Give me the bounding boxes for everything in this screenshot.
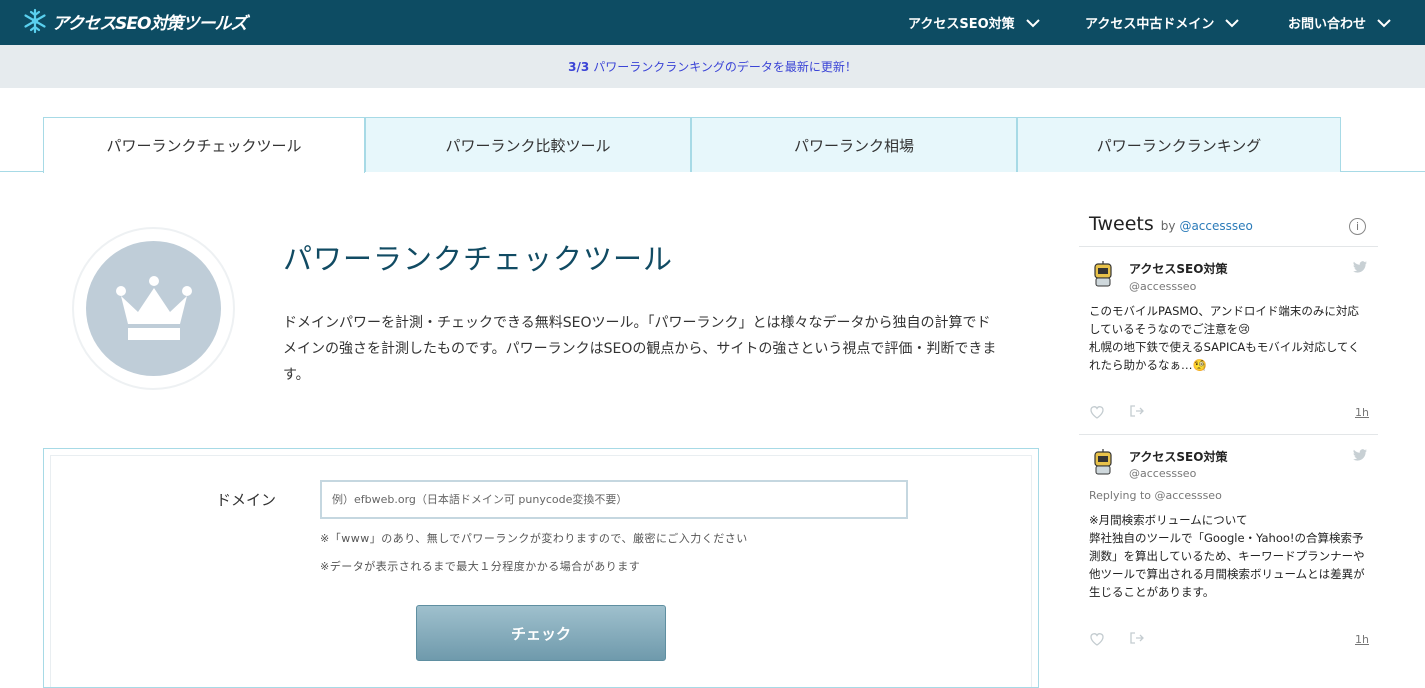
tab-power-rank-check[interactable]: パワーランクチェックツール xyxy=(43,117,365,173)
logo-text: アクセスSEO対策ツールズ xyxy=(52,13,247,34)
tweets-header: Tweets by @accessseo xyxy=(1089,213,1253,235)
page-title: パワーランクチェックツール xyxy=(283,242,674,276)
tweet-author-name[interactable]: アクセスSEO対策 xyxy=(1129,448,1227,465)
tweet-time[interactable]: 1h xyxy=(1355,633,1369,646)
nav-item-used-domain[interactable]: アクセス中古ドメイン xyxy=(1085,0,1240,45)
tab-label: パワーランクランキング xyxy=(1096,136,1262,155)
avatar-icon xyxy=(1094,261,1112,287)
tweet-item[interactable]: アクセスSEO対策 @accessseo このモバイルPASMO、アンドロイド端… xyxy=(1079,247,1378,434)
avatar-icon xyxy=(1094,449,1112,475)
tweets-title: Tweets xyxy=(1089,213,1154,235)
tweet-author-handle[interactable]: @accessseo xyxy=(1129,280,1196,293)
tab-label: パワーランク相場 xyxy=(793,136,914,155)
nav-label: アクセスSEO対策 xyxy=(908,17,1015,32)
announce-suffix: に更新！ xyxy=(808,60,857,74)
form-note-www: ※「www」のあり、無しでパワーランクが変わりますので、厳密にご入力ください xyxy=(320,532,748,545)
chevron-down-icon xyxy=(1025,18,1040,27)
form-note-wait: ※データが表示されるまで最大１分程度かかる場合があります xyxy=(320,560,641,573)
tab-power-rank-ranking[interactable]: パワーランクランキング xyxy=(1017,117,1341,172)
nav-item-contact[interactable]: お問い合わせ xyxy=(1288,0,1392,45)
announce-link[interactable]: ランキングのデータを最新 xyxy=(665,58,809,75)
tweet-text: ※月間検索ボリュームについて 弊社独自のツールで「Google・Yahoo!の合… xyxy=(1089,513,1365,599)
chevron-down-icon xyxy=(1225,18,1240,27)
twitter-bird-icon[interactable] xyxy=(1352,259,1368,275)
domain-label: ドメイン xyxy=(216,491,277,509)
share-icon[interactable] xyxy=(1129,403,1145,419)
tweet-item[interactable]: アクセスSEO対策 @accessseo Replying to @access… xyxy=(1079,435,1378,680)
share-icon[interactable] xyxy=(1129,630,1145,646)
tool-badge xyxy=(86,241,221,376)
tweet-author-name[interactable]: アクセスSEO対策 xyxy=(1129,260,1227,277)
tab-power-rank-compare[interactable]: パワーランク比較ツール xyxy=(365,117,691,172)
nav-label: お問い合わせ xyxy=(1288,17,1367,32)
tweets-handle-link[interactable]: @accessseo xyxy=(1179,219,1252,233)
chevron-down-icon xyxy=(1377,18,1391,27)
tab-label: パワーランクチェックツール xyxy=(106,137,302,155)
announce-prefix: パワーランク xyxy=(593,60,666,74)
site-logo[interactable]: アクセスSEO対策ツールズ xyxy=(22,8,247,34)
tweet-author-handle[interactable]: @accessseo xyxy=(1129,467,1196,480)
heart-icon[interactable] xyxy=(1089,631,1105,647)
top-header: アクセスSEO対策ツールズ アクセスSEO対策 アクセス中古ドメイン お問い合わ… xyxy=(0,0,1425,45)
tweet-reply-to[interactable]: Replying to @accessseo xyxy=(1089,489,1222,502)
tab-power-rank-market[interactable]: パワーランク相場 xyxy=(691,117,1017,172)
check-button[interactable]: チェック xyxy=(416,605,666,661)
tweets-by: by xyxy=(1160,219,1176,233)
info-icon[interactable]: i xyxy=(1349,218,1366,235)
domain-input[interactable] xyxy=(320,480,908,519)
nav-item-access-seo[interactable]: アクセスSEO対策 xyxy=(908,0,1041,45)
announce-count: 3/3 xyxy=(568,59,590,74)
tweet-time[interactable]: 1h xyxy=(1355,406,1369,419)
tab-label: パワーランク比較ツール xyxy=(445,136,611,155)
heart-icon[interactable] xyxy=(1089,404,1105,420)
announcement-bar[interactable]: 3/3 パワーランク ランキングのデータを最新 に更新！ xyxy=(0,45,1425,88)
snowflake-logo-icon xyxy=(24,8,46,34)
twitter-bird-icon[interactable] xyxy=(1352,447,1368,463)
nav-label: アクセス中古ドメイン xyxy=(1085,17,1215,32)
tweet-text: このモバイルPASMO、アンドロイド端末のみに対応しているそうなのでご注意を😢 … xyxy=(1089,304,1360,372)
crown-icon xyxy=(115,275,192,340)
intro-description: ドメインパワーを計測・チェックできる無料SEOツール。「パワーランク」とは様々な… xyxy=(283,315,997,383)
